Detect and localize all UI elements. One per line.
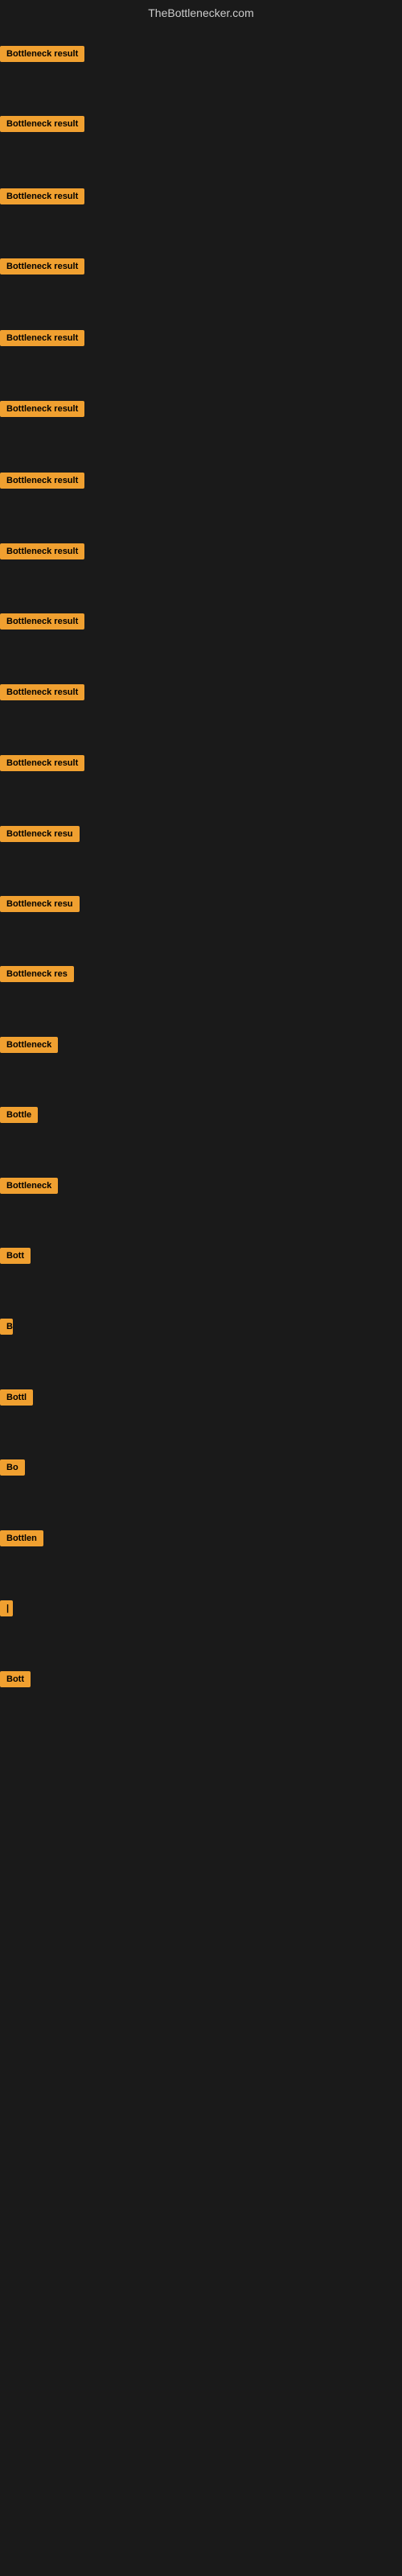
badge-wrapper-19: Bottl [0, 1389, 33, 1410]
badge-wrapper-20: Bo [0, 1459, 25, 1480]
badge-wrapper-7: Bottleneck result [0, 543, 84, 564]
bottleneck-badge-3: Bottleneck result [0, 258, 84, 275]
badge-wrapper-23: Bott [0, 1671, 31, 1691]
badge-wrapper-3: Bottleneck result [0, 258, 84, 279]
badge-wrapper-6: Bottleneck result [0, 473, 84, 493]
bottleneck-badge-14: Bottleneck [0, 1037, 58, 1053]
badge-wrapper-22: | [0, 1600, 8, 1620]
badge-wrapper-17: Bott [0, 1248, 31, 1268]
badge-wrapper-18: B [0, 1319, 11, 1339]
site-title: TheBottlenecker.com [0, 0, 402, 26]
badge-wrapper-0: Bottleneck result [0, 46, 84, 66]
badge-wrapper-21: Bottlen [0, 1530, 43, 1550]
bottleneck-badge-22: | [0, 1600, 13, 1616]
bottleneck-badge-21: Bottlen [0, 1530, 43, 1546]
bottleneck-badge-8: Bottleneck result [0, 613, 84, 630]
bottleneck-badge-23: Bott [0, 1671, 31, 1687]
badge-wrapper-16: Bottleneck [0, 1178, 58, 1198]
badge-wrapper-2: Bottleneck result [0, 188, 84, 208]
bottleneck-badge-16: Bottleneck [0, 1178, 58, 1194]
bottleneck-badge-2: Bottleneck result [0, 188, 84, 204]
bottleneck-badge-15: Bottle [0, 1107, 38, 1123]
bottleneck-badge-7: Bottleneck result [0, 543, 84, 559]
bottleneck-badge-12: Bottleneck resu [0, 896, 80, 912]
bottleneck-badge-0: Bottleneck result [0, 46, 84, 62]
badge-wrapper-12: Bottleneck resu [0, 896, 80, 916]
bottleneck-badge-1: Bottleneck result [0, 116, 84, 132]
badge-wrapper-4: Bottleneck result [0, 330, 84, 350]
badge-wrapper-14: Bottleneck [0, 1037, 58, 1057]
bottleneck-badge-10: Bottleneck result [0, 755, 84, 771]
bottleneck-badge-20: Bo [0, 1459, 25, 1476]
badge-wrapper-5: Bottleneck result [0, 401, 84, 421]
badge-wrapper-1: Bottleneck result [0, 116, 84, 136]
badge-wrapper-15: Bottle [0, 1107, 38, 1127]
bottleneck-badge-4: Bottleneck result [0, 330, 84, 346]
bottleneck-badge-18: B [0, 1319, 13, 1335]
bottleneck-badge-19: Bottl [0, 1389, 33, 1406]
bottleneck-badge-5: Bottleneck result [0, 401, 84, 417]
badge-wrapper-13: Bottleneck res [0, 966, 74, 986]
bottleneck-badge-6: Bottleneck result [0, 473, 84, 489]
badge-wrapper-9: Bottleneck result [0, 684, 84, 704]
badge-wrapper-10: Bottleneck result [0, 755, 84, 775]
bottleneck-badge-9: Bottleneck result [0, 684, 84, 700]
badge-wrapper-8: Bottleneck result [0, 613, 84, 634]
badge-wrapper-11: Bottleneck resu [0, 826, 80, 846]
bottleneck-badge-13: Bottleneck res [0, 966, 74, 982]
bottleneck-badge-11: Bottleneck resu [0, 826, 80, 842]
bottleneck-badge-17: Bott [0, 1248, 31, 1264]
